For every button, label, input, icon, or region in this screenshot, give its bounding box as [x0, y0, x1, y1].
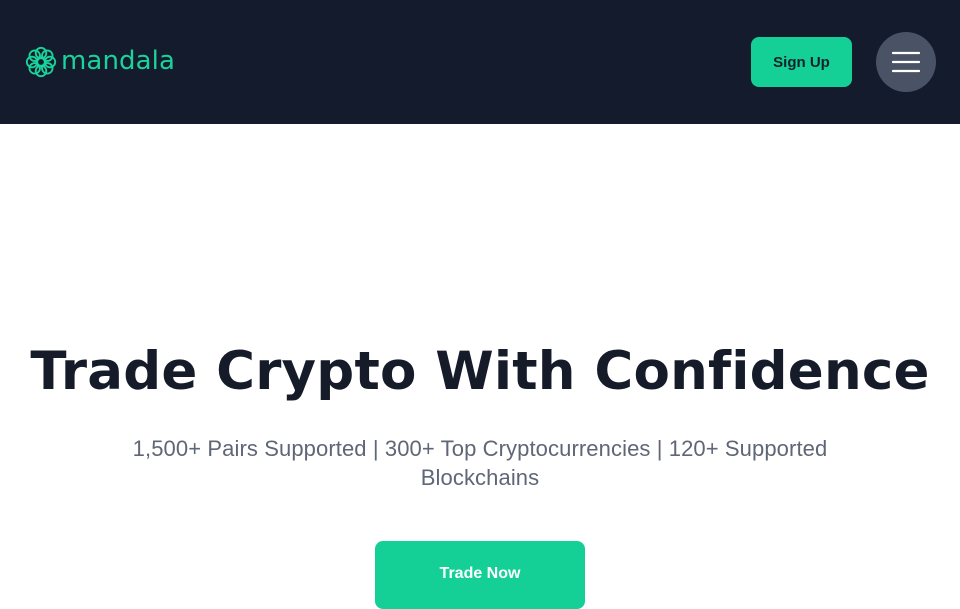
hero-subtitle: 1,500+ Pairs Supported | 300+ Top Crypto…: [132, 436, 828, 490]
logo-text: mandala: [61, 46, 176, 76]
hamburger-menu-icon: [892, 51, 920, 73]
trade-now-button[interactable]: Trade Now: [375, 541, 585, 609]
site-header: mandala Sign Up: [0, 0, 960, 124]
site-logo[interactable]: mandala: [24, 44, 175, 80]
sign-up-button[interactable]: Sign Up: [751, 37, 852, 87]
hero-title: Trade Crypto With Confidence: [30, 341, 930, 402]
menu-button[interactable]: [876, 32, 936, 92]
mandala-flower-icon: [25, 46, 57, 78]
hero-section: Trade Crypto With Confidence 1,500+ Pair…: [0, 124, 960, 609]
